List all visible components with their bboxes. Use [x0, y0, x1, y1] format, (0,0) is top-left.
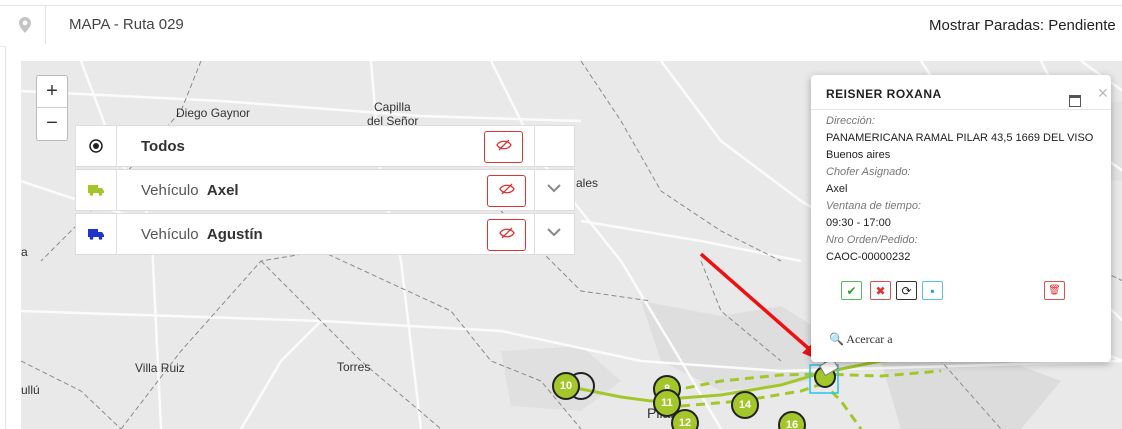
- vehicle-all-label: Todos: [141, 138, 185, 155]
- hide-vehicle-axel-button[interactable]: [487, 175, 526, 207]
- close-icon[interactable]: ✕: [1097, 85, 1109, 102]
- time-window-label: Ventana de tiempo:: [826, 200, 921, 212]
- confirm-stop-button[interactable]: ✔: [841, 281, 862, 300]
- popup-details: Dirección: PANAMERICANA RAMAL PILAR 43,5…: [826, 113, 1096, 266]
- stop-cluster-marker[interactable]: 10: [552, 372, 580, 400]
- minimize-icon[interactable]: [1069, 95, 1081, 107]
- chevron-down-icon[interactable]: [546, 225, 562, 244]
- popup-divider: [811, 109, 1111, 110]
- chevron-down-icon[interactable]: [546, 181, 562, 200]
- vehicle-label-axel: Vehículo Axel: [141, 182, 239, 199]
- stop-info-popup: REISNER ROXANA ✕ Dirección: PANAMERICANA…: [811, 75, 1111, 362]
- popup-title: REISNER ROXANA: [826, 87, 942, 101]
- vehicle-row-agustin[interactable]: Vehículo Agustín: [75, 213, 575, 255]
- place-label-ales: ales: [576, 176, 599, 190]
- trash-icon: 🗑: [1048, 285, 1061, 296]
- row-divider: [534, 126, 535, 166]
- row-divider: [534, 170, 535, 210]
- vehicle-label-agustin: Vehículo Agustín: [141, 226, 263, 243]
- delete-stop-button[interactable]: 🗑: [1044, 281, 1065, 300]
- refresh-icon: ⟳: [901, 283, 912, 298]
- order-label: Nro Orden/Pedido:: [826, 234, 918, 246]
- truck-icon: [76, 214, 117, 254]
- row-divider: [534, 214, 535, 254]
- driver-label: Chofer Asignado:: [826, 166, 911, 178]
- order-value: CAOC-00000232: [826, 251, 911, 263]
- cancel-stop-button[interactable]: ✖: [870, 281, 891, 300]
- eye-slash-icon: [498, 182, 515, 200]
- reassign-stop-button[interactable]: ⟳: [896, 281, 917, 300]
- zoom-control: + −: [36, 75, 68, 141]
- address-value: PANAMERICANA RAMAL PILAR 43,5 1669 DEL V…: [826, 132, 1094, 161]
- hide-vehicle-agustin-button[interactable]: [487, 219, 526, 251]
- address-label: Dirección:: [826, 115, 875, 127]
- eye-slash-icon: [498, 226, 515, 244]
- zoom-to-stop-link[interactable]: 🔍 Acercar a: [829, 332, 893, 347]
- vehicle-row-axel[interactable]: Vehículo Axel: [75, 169, 575, 211]
- check-icon: ✔: [846, 283, 857, 298]
- vehicle-name: Agustín: [206, 226, 263, 243]
- driver-value: Axel: [826, 183, 848, 195]
- map-canvas[interactable]: Diego Gaynor Capilla del Señor ales Vill…: [21, 61, 1122, 429]
- place-label-diego-gaynor: Diego Gaynor: [176, 106, 251, 120]
- map-panel: Diego Gaynor Capilla del Señor ales Vill…: [5, 46, 1122, 429]
- place-label-villa-ruiz: Villa Ruiz: [135, 361, 185, 375]
- zoom-out-button[interactable]: −: [37, 108, 67, 139]
- truck-icon: [76, 170, 117, 210]
- vehicle-row-all[interactable]: Todos: [75, 125, 575, 167]
- stop-cluster-marker[interactable]: 12: [671, 409, 699, 429]
- radio-target-icon: [76, 126, 117, 166]
- zoom-in-button[interactable]: +: [37, 76, 67, 108]
- show-stops-filter[interactable]: Mostrar Paradas: Pendiente: [929, 17, 1116, 34]
- place-label-edge-llu: ullú: [21, 383, 40, 397]
- eye-slash-icon: [495, 138, 512, 156]
- note-stop-button[interactable]: ▪: [922, 281, 943, 300]
- zoom-link-label: Acercar a: [846, 332, 893, 346]
- map-pin-icon: [5, 6, 46, 44]
- vehicle-name: Axel: [206, 182, 239, 199]
- note-icon: ▪: [930, 283, 935, 298]
- place-label-capilla: Capilla: [374, 100, 411, 114]
- vehicle-filter-panel: Todos Vehículo Axel Vehículo Agustín: [75, 125, 575, 257]
- x-icon: ✖: [875, 283, 886, 298]
- place-label-torres: Torres: [337, 360, 371, 374]
- vehicle-prefix: Vehículo: [141, 182, 199, 199]
- place-label-edge-a: a: [21, 245, 28, 259]
- vehicle-prefix: Vehículo: [141, 226, 199, 243]
- header-divider: [0, 5, 1122, 6]
- page-header: MAPA - Ruta 029 Mostrar Paradas: Pendien…: [0, 0, 1122, 47]
- magnifier-plus-icon: 🔍: [829, 332, 844, 346]
- hide-all-button[interactable]: [484, 131, 523, 163]
- stop-cluster-marker[interactable]: 14: [731, 391, 759, 419]
- time-window-value: 09:30 - 17:00: [826, 217, 891, 229]
- page-title: MAPA - Ruta 029: [69, 16, 184, 33]
